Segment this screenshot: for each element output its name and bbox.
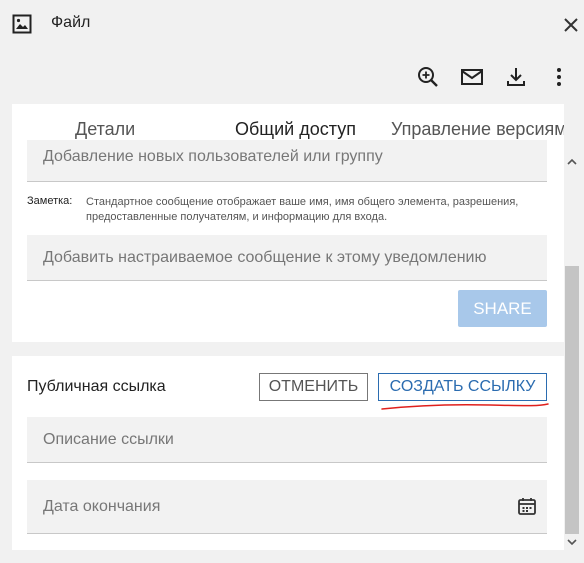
public-link-label: Публичная ссылка xyxy=(27,378,166,395)
image-icon xyxy=(12,14,32,34)
link-description-placeholder: Описание ссылки xyxy=(43,431,174,448)
custom-message-placeholder: Добавить настраиваемое сообщение к этому… xyxy=(43,249,487,266)
scrollbar-thumb[interactable] xyxy=(565,266,579,534)
title-bar: Файл xyxy=(0,0,584,50)
download-icon[interactable] xyxy=(503,64,529,90)
sharing-panel: Детали Общий доступ Управление версиями … xyxy=(12,104,564,342)
mail-icon[interactable] xyxy=(459,64,485,90)
cancel-button[interactable]: ОТМЕНИТЬ xyxy=(259,373,368,401)
scroll-up-icon[interactable] xyxy=(566,156,578,168)
tab-details[interactable]: Детали xyxy=(75,119,135,140)
link-description-field[interactable]: Описание ссылки xyxy=(27,417,547,463)
more-vert-icon[interactable] xyxy=(546,64,572,90)
public-link-panel: Публичная ссылка ОТМЕНИТЬ СОЗДАТЬ ССЫЛКУ… xyxy=(12,356,564,550)
tab-sharing[interactable]: Общий доступ xyxy=(235,119,356,140)
custom-message-field[interactable]: Добавить настраиваемое сообщение к этому… xyxy=(27,235,547,281)
zoom-in-icon[interactable] xyxy=(415,64,441,90)
add-users-placeholder: Добавление новых пользователей или групп… xyxy=(43,148,383,165)
vertical-scrollbar[interactable] xyxy=(564,150,580,552)
toolbar xyxy=(0,58,584,98)
note-text: Стандартное сообщение отображает ваше им… xyxy=(86,196,519,223)
note-label: Заметка: xyxy=(27,195,73,207)
create-link-button[interactable]: СОЗДАТЬ ССЫЛКУ xyxy=(378,373,547,401)
tab-version-management[interactable]: Управление версиями xyxy=(391,119,564,140)
scroll-down-icon[interactable] xyxy=(566,536,578,548)
expiry-date-field[interactable]: Дата окончания xyxy=(27,480,547,534)
window-title: Файл xyxy=(51,14,91,31)
close-icon[interactable] xyxy=(560,14,582,36)
add-users-field[interactable]: Добавление новых пользователей или групп… xyxy=(27,140,547,182)
expiry-date-placeholder: Дата окончания xyxy=(43,498,161,515)
share-button[interactable]: SHARE xyxy=(458,290,547,327)
calendar-icon[interactable] xyxy=(517,496,537,516)
